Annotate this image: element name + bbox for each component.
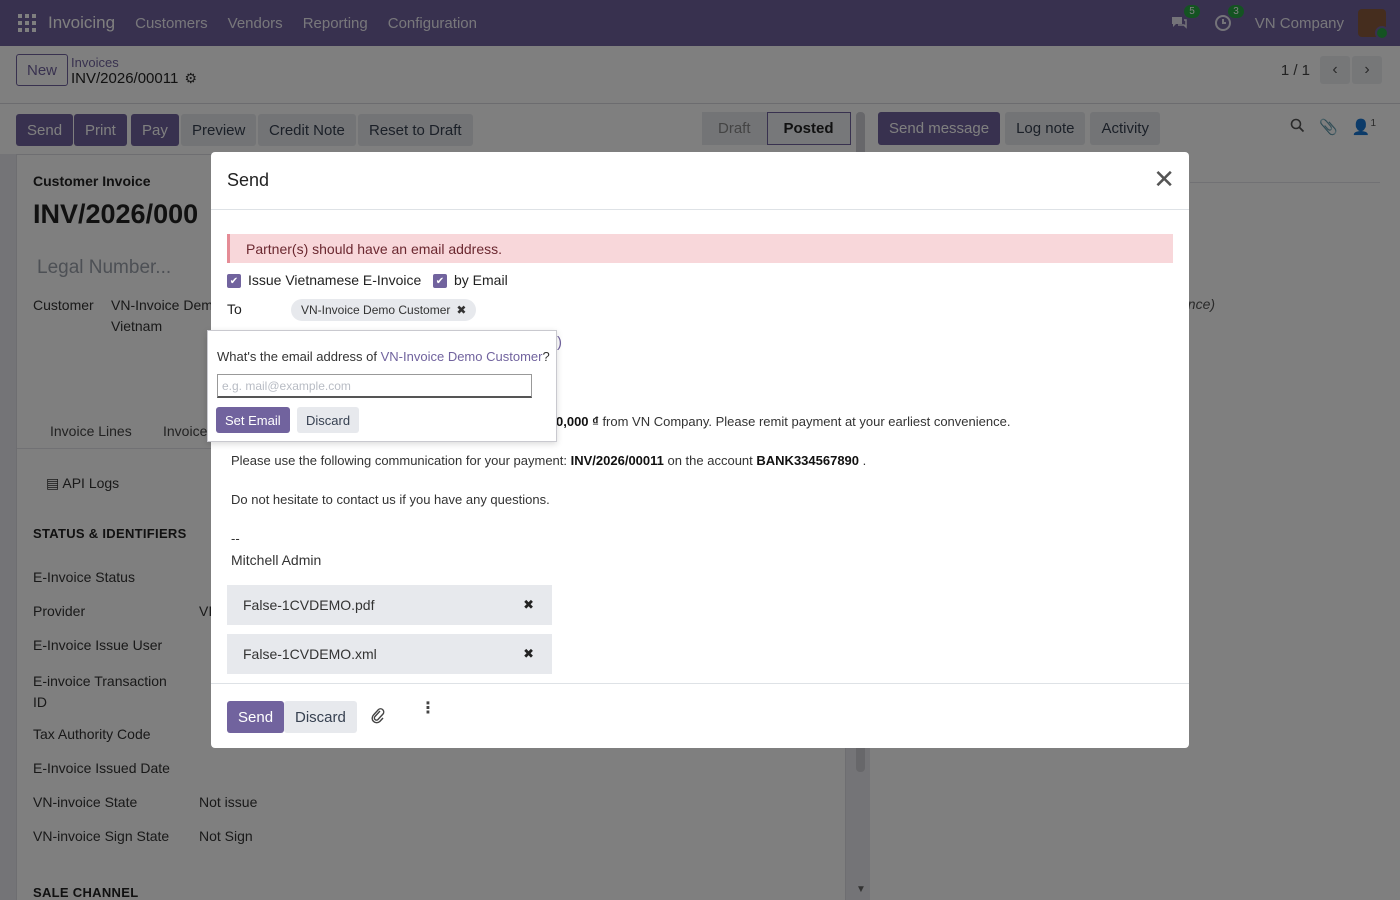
body-line-3[interactable]: Do not hesitate to contact us if you hav… [231,492,550,507]
remove-attachment-icon[interactable]: ✖ [523,597,534,613]
attachment-name: False-1CVDEMO.xml [243,646,377,662]
dialog-footer: Send Discard ⋮ [211,683,1189,748]
einvoice-checkbox-label[interactable]: Issue Vietnamese E-Invoice [248,272,421,288]
signature-name: Mitchell Admin [231,552,322,568]
question-partner-name: VN-Invoice Demo Customer [380,349,543,364]
recipient-name: VN-Invoice Demo Customer [301,303,451,317]
dialog-header: Send [211,152,1189,210]
body-line-1[interactable]: 0,000 ₫ from VN Company. Please remit pa… [556,414,1010,429]
send-dialog: Send ✕ Partner(s) should have an email a… [211,152,1189,748]
attachment-name: False-1CVDEMO.pdf [243,597,375,613]
close-icon[interactable]: ✕ [1153,166,1175,192]
email-input[interactable] [217,374,532,398]
remove-attachment-icon[interactable]: ✖ [523,646,534,662]
email-question: What's the email address of VN-Invoice D… [217,349,550,364]
by-email-checkbox-label[interactable]: by Email [454,272,508,288]
more-options-icon[interactable]: ⋮ [420,701,436,717]
dialog-title: Send [227,170,270,190]
remove-recipient-icon[interactable]: ✖ [456,303,466,317]
dialog-send-button[interactable]: Send [227,701,285,733]
to-label: To [227,301,242,317]
dialog-discard-button[interactable]: Discard [284,701,357,733]
by-email-checkbox[interactable]: ✔ [433,274,447,288]
einvoice-checkbox[interactable]: ✔ [227,274,241,288]
set-email-button[interactable]: Set Email [216,407,290,433]
recipient-tag[interactable]: VN-Invoice Demo Customer ✖ [291,299,477,321]
attachment-pdf[interactable]: False-1CVDEMO.pdf ✖ [227,585,552,625]
signature-separator: -- [231,531,240,546]
hidden-field-paren: ) [557,334,562,351]
attachment-xml[interactable]: False-1CVDEMO.xml ✖ [227,634,552,674]
popover-discard-button[interactable]: Discard [297,407,360,433]
set-email-popover: What's the email address of VN-Invoice D… [207,330,557,442]
body-line-2[interactable]: Please use the following communication f… [231,453,866,468]
attach-file-icon[interactable] [371,708,385,727]
email-warning-alert: Partner(s) should have an email address. [227,234,1173,263]
